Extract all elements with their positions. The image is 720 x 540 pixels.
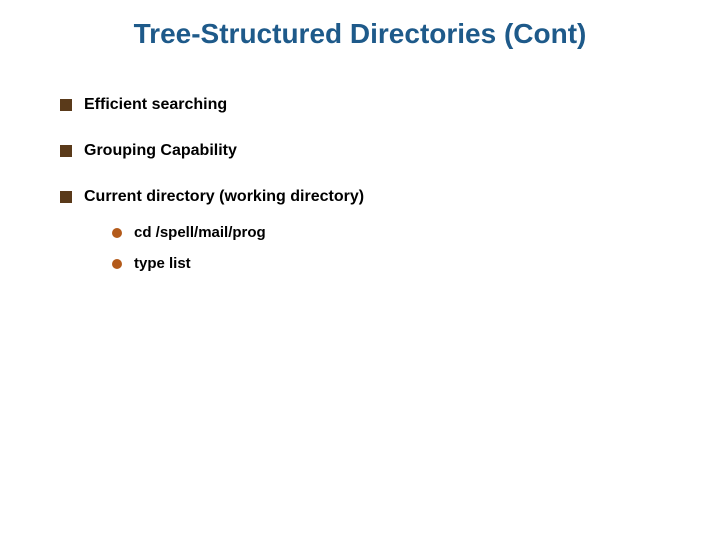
square-bullet-icon bbox=[60, 145, 72, 157]
sub-list-item: type list bbox=[112, 255, 680, 272]
square-bullet-icon bbox=[60, 99, 72, 111]
list-item-text: Current directory (working directory) bbox=[84, 188, 364, 206]
sub-list-item-text: type list bbox=[134, 255, 191, 272]
list-item: Efficient searching bbox=[60, 96, 680, 114]
list-item-text: Efficient searching bbox=[84, 96, 227, 114]
circle-bullet-icon bbox=[112, 228, 122, 238]
sub-list: cd /spell/mail/prog type list bbox=[112, 224, 680, 272]
list-item: Current directory (working directory) bbox=[60, 188, 680, 206]
slide: Tree-Structured Directories (Cont) Effic… bbox=[0, 0, 720, 540]
sub-list-item-text: cd /spell/mail/prog bbox=[134, 224, 266, 241]
sub-list-item: cd /spell/mail/prog bbox=[112, 224, 680, 241]
circle-bullet-icon bbox=[112, 259, 122, 269]
content-area: Efficient searching Grouping Capability … bbox=[60, 96, 680, 286]
slide-title: Tree-Structured Directories (Cont) bbox=[0, 18, 720, 50]
square-bullet-icon bbox=[60, 191, 72, 203]
list-item-text: Grouping Capability bbox=[84, 142, 237, 160]
list-item: Grouping Capability bbox=[60, 142, 680, 160]
